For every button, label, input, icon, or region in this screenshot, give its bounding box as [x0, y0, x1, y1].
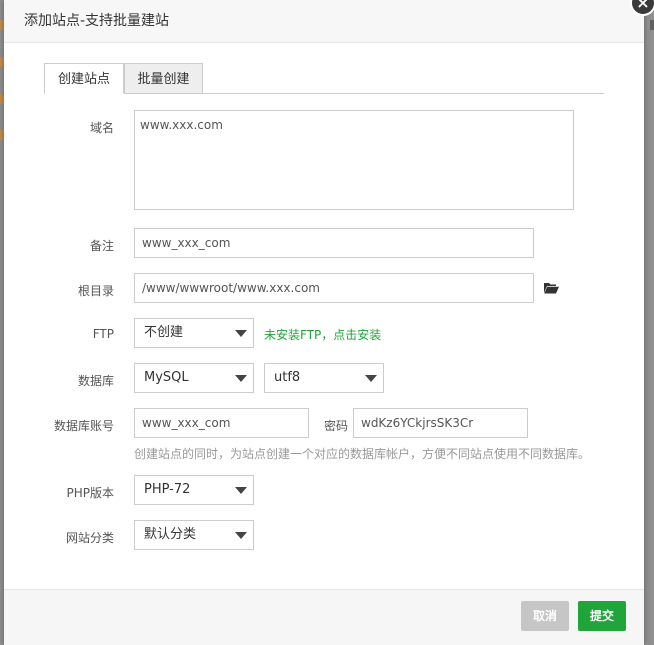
dialog-footer: 取消 提交	[4, 589, 644, 645]
submit-button[interactable]: 提交	[578, 601, 626, 631]
chevron-down-icon	[365, 375, 377, 382]
ftp-label: FTP	[92, 327, 114, 341]
tab-batch-create[interactable]: 批量创建	[124, 63, 203, 94]
root-dir-input[interactable]	[134, 273, 534, 303]
site-category-select[interactable]: 默认分类	[134, 520, 254, 550]
domain-label: 域名	[89, 121, 114, 135]
chevron-down-icon	[235, 532, 247, 539]
database-type-value: MySQL	[144, 370, 189, 385]
remark-label: 备注	[89, 239, 114, 253]
site-category-label: 网站分类	[65, 531, 114, 545]
background-fragment	[650, 20, 654, 30]
chevron-down-icon	[235, 375, 247, 382]
tab-create-site[interactable]: 创建站点	[44, 63, 124, 94]
database-type-select[interactable]: MySQL	[134, 363, 254, 393]
db-password-input[interactable]	[353, 408, 528, 438]
remark-input[interactable]	[134, 228, 534, 258]
domain-textarea[interactable]: www.xxx.com	[134, 110, 574, 210]
add-site-dialog: 添加站点-支持批量建站 创建站点 批量创建 域名 www.xxx.com 备注 …	[4, 0, 654, 645]
dialog-title: 添加站点-支持批量建站	[4, 0, 644, 43]
install-ftp-link[interactable]: 未安装FTP，点击安装	[264, 326, 381, 343]
ftp-select[interactable]: 不创建	[134, 318, 254, 348]
database-charset-select[interactable]: utf8	[264, 363, 384, 393]
folder-open-icon[interactable]	[544, 282, 559, 297]
php-version-label: PHP版本	[66, 486, 115, 500]
db-password-label: 密码	[324, 419, 349, 433]
database-charset-value: utf8	[274, 370, 301, 385]
chevron-down-icon	[235, 487, 247, 494]
database-label: 数据库	[77, 374, 114, 388]
php-version-value: PHP-72	[144, 482, 191, 497]
tab-bar: 创建站点 批量创建	[44, 63, 604, 94]
ftp-select-value: 不创建	[144, 325, 184, 340]
chevron-down-icon	[235, 330, 247, 337]
site-category-value: 默认分类	[144, 527, 197, 542]
db-username-input[interactable]	[134, 408, 309, 438]
root-dir-label: 根目录	[77, 284, 114, 298]
cancel-button[interactable]: 取消	[521, 601, 569, 631]
db-account-hint: 创建站点的同时，为站点创建一个对应的数据库帐户，方便不同站点使用不同数据库。	[134, 447, 591, 461]
db-account-label: 数据库账号	[53, 419, 114, 433]
php-version-select[interactable]: PHP-72	[134, 475, 254, 505]
